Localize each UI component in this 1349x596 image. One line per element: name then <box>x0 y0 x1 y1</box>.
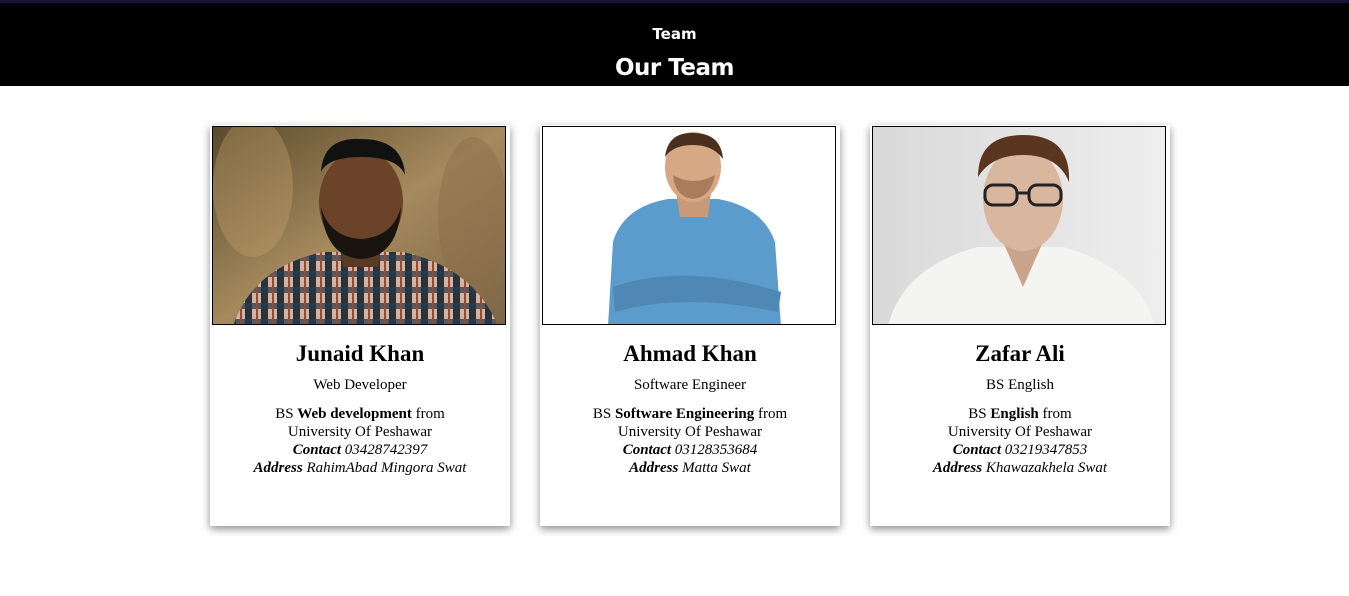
member-details: BS English from University Of Peshawar C… <box>880 405 1160 477</box>
member-name: Zafar Ali <box>975 341 1065 366</box>
degree-suffix: from <box>415 406 445 422</box>
nav-title[interactable]: Team <box>0 25 1349 43</box>
degree-prefix: BS <box>592 406 612 422</box>
contact-number: 03428742397 <box>344 442 428 458</box>
page-title: Our Team <box>615 55 735 81</box>
member-photo <box>872 126 1166 325</box>
university: University Of Peshawar <box>947 424 1093 440</box>
address-label: Address <box>629 460 679 476</box>
degree-prefix: BS <box>275 406 294 422</box>
address-label: Address <box>932 460 983 476</box>
team-card-junaid: Junaid Khan Web Developer BS Web develop… <box>210 125 510 526</box>
contact-number: 03219347853 <box>1004 442 1088 458</box>
member-name: Junaid Khan <box>295 341 425 366</box>
header-bar: Team Our Team <box>0 0 1349 86</box>
member-details: BS Web development from University Of Pe… <box>220 405 500 477</box>
contact-number: 03128353684 <box>674 442 758 458</box>
degree-field: English <box>990 406 1039 422</box>
contact-label: Contact <box>952 442 1002 458</box>
address-label: Address <box>253 460 303 476</box>
team-card-ahmad: Ahmad Khan Software Engineer BS Software… <box>540 125 840 526</box>
degree-suffix: from <box>1042 406 1072 422</box>
degree-suffix: from <box>758 406 788 422</box>
contact-label: Contact <box>292 442 342 458</box>
member-role: Software Engineer <box>633 377 747 393</box>
team-card-zafar: Zafar Ali BS English BS English from Uni… <box>870 125 1170 526</box>
member-photo <box>542 126 836 325</box>
address-value: Khawazakhela Swat <box>985 460 1108 476</box>
contact-label: Contact <box>622 442 672 458</box>
member-role: BS English <box>986 377 1054 393</box>
address-value: RahimAbad Mingora Swat <box>306 460 467 476</box>
degree-prefix: BS <box>968 406 987 422</box>
university: University Of Peshawar <box>617 424 763 440</box>
member-name: Ahmad Khan <box>623 341 757 366</box>
member-role: Web Developer <box>313 377 407 393</box>
university: University Of Peshawar <box>287 424 433 440</box>
address-value: Matta Swat <box>682 460 751 476</box>
degree-field: Software Engineering <box>614 406 755 422</box>
member-photo <box>212 126 506 325</box>
member-details: BS Software Engineering from University … <box>550 405 830 477</box>
degree-field: Web development <box>297 406 412 422</box>
